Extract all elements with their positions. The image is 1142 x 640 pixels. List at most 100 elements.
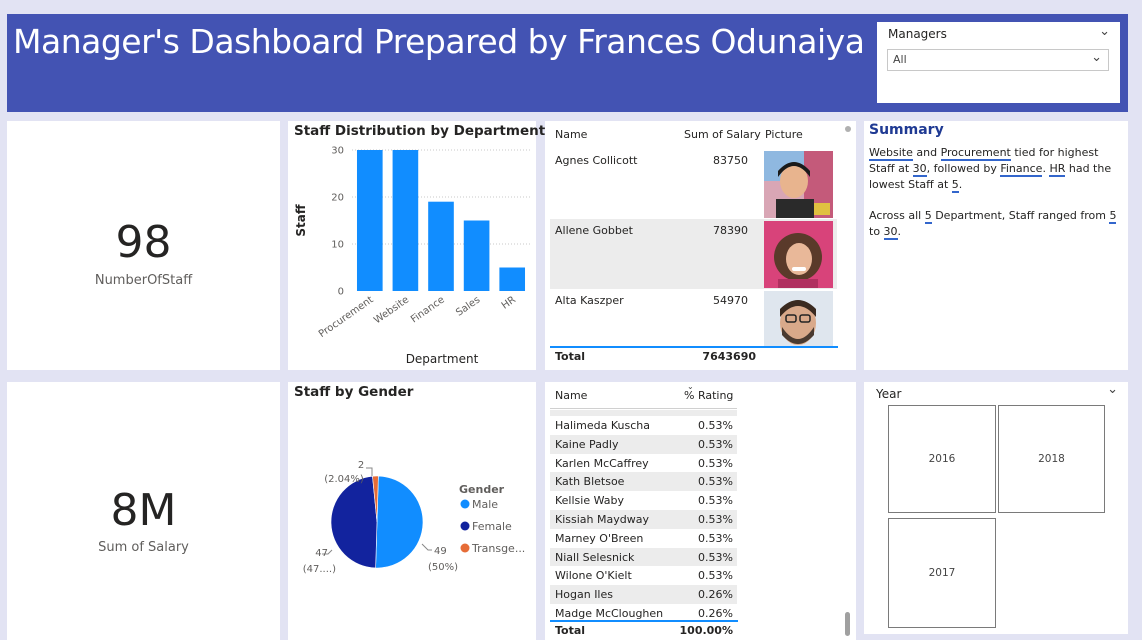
- bar-chart[interactable]: 0 10 20 30 Staff ProcurementWebsiteFinance Sal…: [288, 121, 536, 370]
- legend-label: Female: [472, 520, 512, 533]
- pie-slice[interactable]: [375, 475, 424, 569]
- scroll-indicator[interactable]: [845, 126, 851, 132]
- kpi-card-number-of-staff: 98 NumberOfStaff: [7, 121, 280, 370]
- table-row[interactable]: Kellsie Waby 0.53%: [550, 491, 737, 510]
- year-tile-label: 2016: [928, 453, 956, 465]
- total-label: Total: [555, 350, 586, 363]
- summary-paragraph-2: Across all 5 Department, Staff ranged fr…: [869, 208, 1119, 240]
- year-tile-2017[interactable]: 2017: [888, 518, 996, 628]
- year-tile-label: 2017: [928, 567, 956, 579]
- data-label-value: 47: [315, 548, 328, 559]
- cell-name: Marney O'Breen: [555, 531, 644, 545]
- summary-highlight[interactable]: 30: [883, 225, 898, 240]
- year-slicer-card[interactable]: Year ⌄ 2016 2018 2017: [864, 382, 1128, 634]
- year-tile-2018[interactable]: 2018: [998, 405, 1105, 513]
- y-tick-label: 10: [331, 240, 344, 251]
- cell-name: Kissiah Maydway: [555, 512, 649, 526]
- summary-highlight[interactable]: 5: [951, 178, 959, 193]
- bar[interactable]: [428, 201, 454, 291]
- managers-dropdown-value: All: [893, 53, 907, 66]
- cell-name: Wilone O'Kielt: [555, 569, 632, 583]
- cell-name: Allene Gobbet: [555, 224, 633, 237]
- salary-table-card[interactable]: Name Sum of Salary Picture Agnes Collico…: [545, 121, 856, 370]
- total-divider: [550, 620, 738, 622]
- bar[interactable]: [356, 150, 383, 291]
- table-row[interactable]: Alta Kaszper 54970: [550, 289, 837, 347]
- summary-highlight[interactable]: Website: [869, 146, 913, 161]
- summary-highlight[interactable]: Finance: [1000, 162, 1043, 177]
- summary-highlight[interactable]: 30: [912, 162, 927, 177]
- table-row[interactable]: Kath Bletsoe 0.53%: [550, 472, 737, 492]
- table-row[interactable]: Allene Gobbet 78390: [550, 219, 837, 289]
- managers-dropdown[interactable]: All ⌄: [887, 49, 1109, 71]
- table-row[interactable]: Karlen McCaffrey 0.53%: [550, 453, 737, 473]
- pie-chart-card[interactable]: Staff by Gender 49 (50%) 47 (47....) 2 (2.04%…: [288, 382, 536, 640]
- table-row[interactable]: Hogan Iles 0.26%: [550, 585, 737, 604]
- avatar: [764, 151, 833, 218]
- managers-slicer[interactable]: Managers ⌄ All ⌄: [877, 22, 1120, 103]
- total-value: 100.00%: [679, 624, 733, 637]
- cell-rating: 0.53%: [698, 494, 733, 508]
- data-label-value: 49: [434, 546, 447, 557]
- avatar: [764, 291, 833, 347]
- scrollbar-thumb[interactable]: [845, 612, 850, 636]
- cell-rating: 0.53%: [698, 437, 733, 451]
- bar[interactable]: [499, 267, 526, 292]
- column-header-name[interactable]: Name: [555, 128, 587, 141]
- pie-slice[interactable]: [330, 475, 378, 569]
- column-header-picture[interactable]: Picture: [765, 128, 803, 141]
- summary-highlight[interactable]: 5: [924, 209, 932, 224]
- collapse-chevron-icon[interactable]: ⌄: [1099, 24, 1110, 39]
- page-title: Manager's Dashboard Prepared by Frances …: [13, 22, 865, 61]
- summary-title: Summary: [869, 122, 944, 138]
- table-row[interactable]: Wilone O'Kielt 0.53%: [550, 566, 737, 586]
- summary-highlight[interactable]: 5: [1109, 209, 1117, 224]
- table-row[interactable]: Kissiah Maydway 0.53%: [550, 509, 737, 529]
- bar-chart-card[interactable]: Staff Distribution by Department 0 10 20 30…: [288, 121, 545, 370]
- column-header-salary[interactable]: Sum of Salary: [684, 128, 761, 141]
- cell-rating: 0.53%: [698, 550, 733, 564]
- table-row[interactable]: Marney O'Breen 0.53%: [550, 528, 737, 548]
- y-tick-label: 30: [331, 146, 344, 157]
- managers-slicer-title: Managers: [888, 27, 947, 41]
- year-tile-2016[interactable]: 2016: [888, 405, 996, 513]
- x-tick-label: Finance: [409, 294, 447, 325]
- cell-name: Halimeda Kuscha: [555, 419, 650, 432]
- summary-text-run: .: [958, 178, 963, 191]
- chevron-down-icon[interactable]: ⌄: [1091, 50, 1102, 65]
- kpi-label: NumberOfStaff: [94, 273, 193, 288]
- x-tick-label: Sales: [454, 294, 482, 318]
- summary-card: Summary Website and Procurement tied for…: [864, 121, 1128, 370]
- y-tick-label: 0: [338, 287, 344, 298]
- pie-chart[interactable]: 49 (50%) 47 (47....) 2 (2.04%) Gender Male Femal…: [288, 382, 536, 640]
- bar[interactable]: [392, 150, 419, 291]
- column-header-name[interactable]: Name: [555, 389, 587, 402]
- x-tick-label: Procurement: [317, 294, 376, 340]
- cell-rating: 0.26%: [698, 588, 733, 602]
- table-row[interactable]: Niall Selesnick 0.53%: [550, 547, 737, 567]
- summary-text-run: and: [912, 146, 941, 159]
- leader-line: [421, 543, 432, 551]
- data-label-percent: (2.04%): [324, 474, 364, 485]
- legend-label: Transge...: [471, 542, 525, 555]
- summary-highlight[interactable]: Procurement: [940, 146, 1011, 161]
- table-row[interactable]: Kaine Padly 0.53%: [550, 434, 737, 454]
- sort-desc-icon[interactable]: ⌄: [687, 382, 694, 391]
- cell-rating: 0.53%: [698, 531, 733, 545]
- table-row[interactable]: Halimeda Kuscha 0.53%: [550, 416, 737, 435]
- chevron-down-icon[interactable]: ⌄: [1107, 382, 1118, 397]
- cell-salary: 54970: [713, 294, 748, 307]
- rating-table-card[interactable]: Name % Rating ⌄ Halimeda Kuscha 0.53% Kain…: [545, 382, 856, 640]
- data-label-percent: (47....): [303, 564, 336, 575]
- avatar: [764, 221, 833, 288]
- data-label-percent: (50%): [428, 562, 458, 573]
- summary-text-run: Across all: [869, 209, 925, 222]
- kpi-label: Sum of Salary: [98, 540, 189, 555]
- cell-rating: 0.53%: [698, 569, 733, 583]
- total-value: 7643690: [702, 350, 756, 363]
- cell-rating: 0.53%: [698, 456, 733, 470]
- summary-highlight[interactable]: HR: [1049, 162, 1066, 177]
- year-slicer-title: Year: [876, 387, 902, 401]
- table-row[interactable]: Agnes Collicott 83750: [550, 150, 837, 219]
- bar[interactable]: [463, 220, 490, 292]
